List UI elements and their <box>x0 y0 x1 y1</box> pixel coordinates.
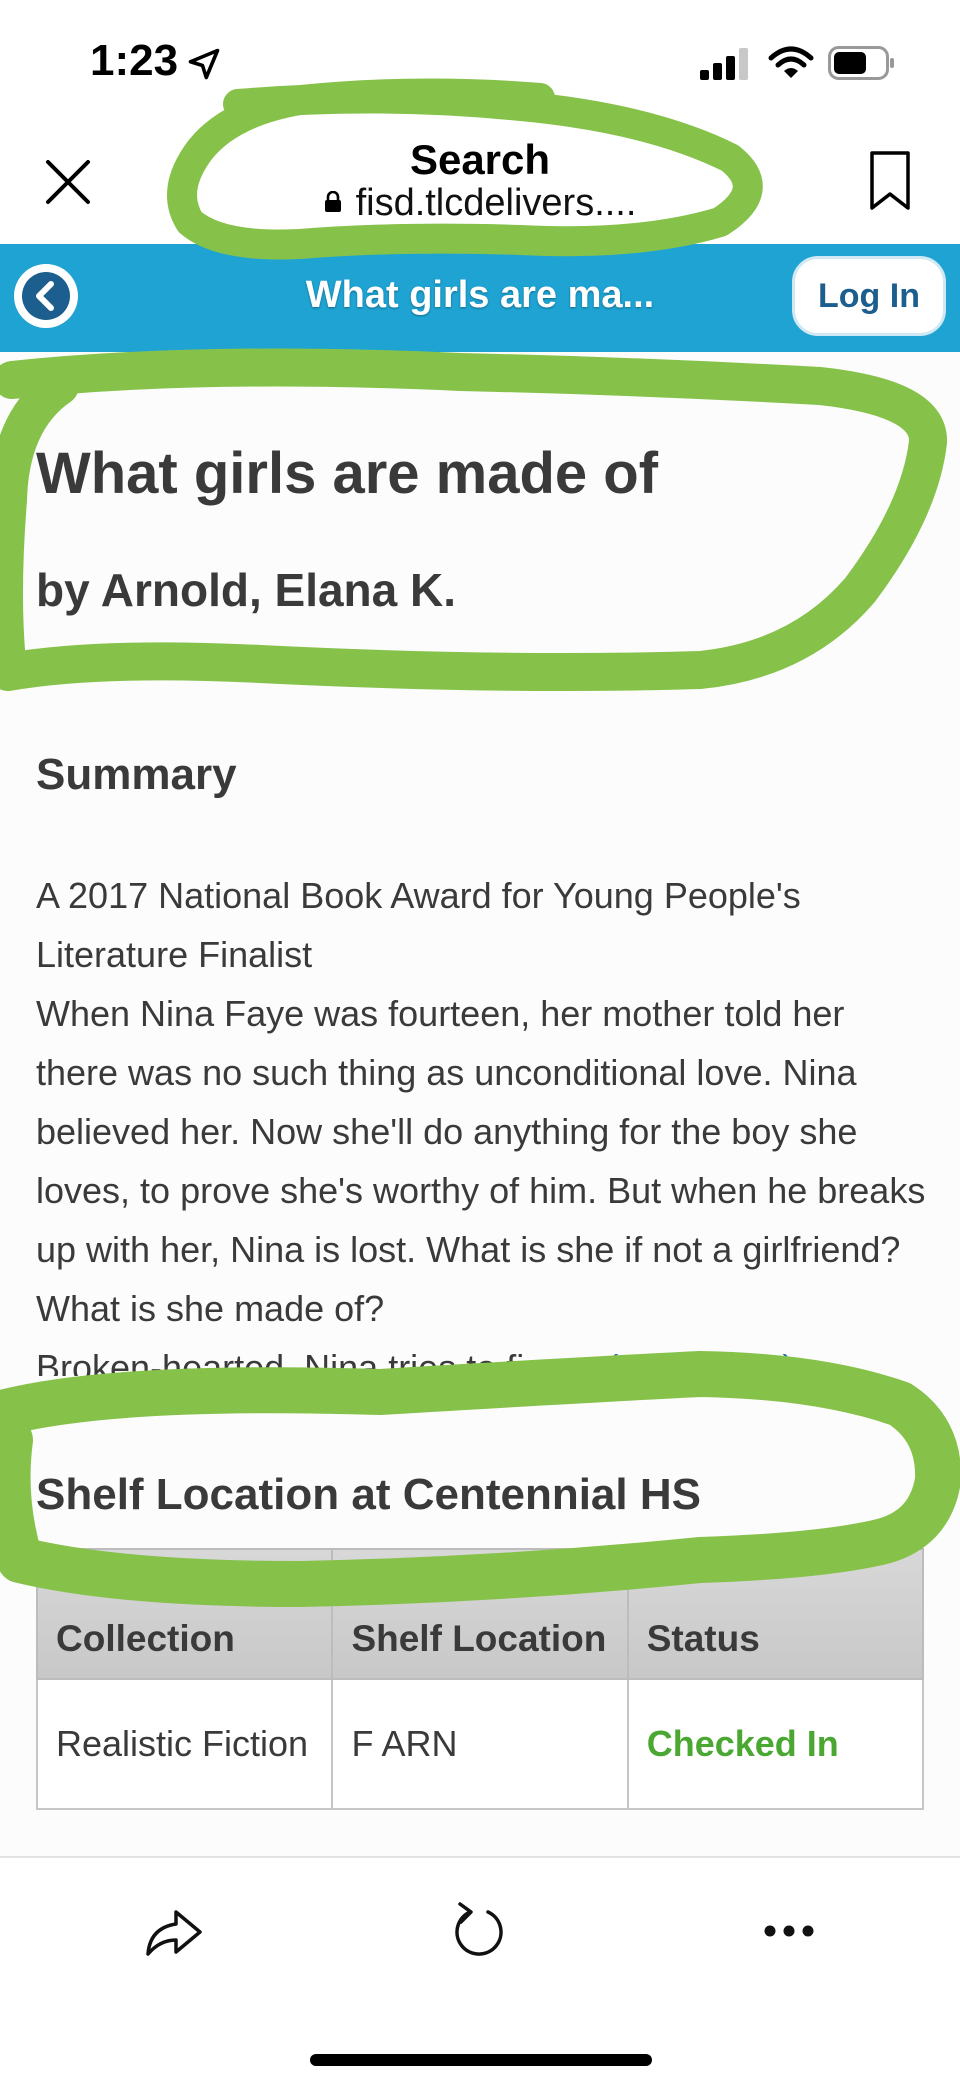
share-icon[interactable] <box>142 1900 204 1962</box>
status-bar: 1:23 <box>0 0 960 120</box>
signal-icon <box>700 48 748 80</box>
location-arrow-icon <box>188 48 220 80</box>
summary-paragraph: A 2017 National Book Award for Young Peo… <box>36 875 801 975</box>
app-bar-title: What girls are ma... <box>305 274 655 316</box>
summary-heading: Summary <box>36 750 237 799</box>
column-header-collection: Collection <box>35 1548 334 1680</box>
cell-shelf-location: F ARN <box>331 1678 629 1810</box>
home-indicator[interactable] <box>310 2054 652 2066</box>
bottom-toolbar <box>0 1856 960 2080</box>
book-title: What girls are made of <box>36 441 659 506</box>
holdings-table: Collection Shelf Location Status Realist… <box>35 1548 925 1810</box>
reload-icon[interactable] <box>448 1900 510 1962</box>
table-header-row: Collection Shelf Location Status <box>35 1548 925 1680</box>
summary-truncated-text: Broken-hearted, Nina tries to figure <box>36 1347 597 1376</box>
browser-header: Search fisd.tlcdelivers.... <box>0 120 960 244</box>
login-button[interactable]: Log In <box>792 256 946 336</box>
summary-paragraph: When Nina Faye was fourteen, her mother … <box>36 993 926 1329</box>
column-header-shelf-location: Shelf Location <box>331 1548 629 1680</box>
shelf-location-heading: Shelf Location at Centennial HS <box>36 1470 701 1519</box>
app-bar: What girls are ma... Log In <box>0 244 960 352</box>
status-badge: Checked In <box>626 1678 925 1810</box>
column-header-status: Status <box>626 1548 925 1680</box>
url-bar[interactable]: fisd.tlcdelivers.... <box>0 182 960 225</box>
more-icon[interactable] <box>762 1916 816 1946</box>
back-button[interactable] <box>14 264 78 328</box>
url-text: fisd.tlcdelivers.... <box>355 182 637 224</box>
read-more-link[interactable]: (read more) <box>606 1347 794 1376</box>
battery-icon <box>828 46 894 80</box>
table-row: Realistic Fiction F ARN Checked In <box>35 1678 925 1810</box>
browser-title: Search <box>409 136 551 183</box>
wifi-icon <box>768 46 814 78</box>
lock-icon <box>324 191 341 212</box>
cell-collection: Realistic Fiction <box>35 1678 334 1810</box>
summary-truncated: Broken-hearted, Nina tries to figure (re… <box>36 1338 936 1376</box>
bookmark-icon[interactable] <box>868 150 912 212</box>
book-author: by Arnold, Elana K. <box>36 564 457 616</box>
status-time: 1:23 <box>90 36 179 85</box>
summary-text: A 2017 National Book Award for Young Peo… <box>36 866 936 1376</box>
back-icon <box>22 272 70 320</box>
